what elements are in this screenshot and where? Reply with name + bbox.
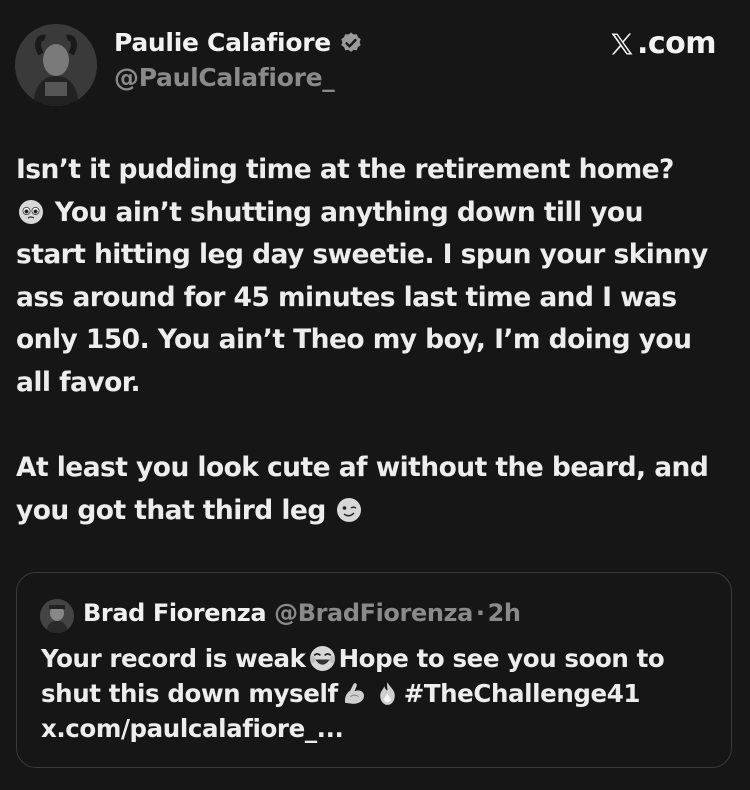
tweet-line: you got that third leg (16, 490, 738, 533)
author-handle[interactable]: @PaulCalafiore_ (114, 63, 335, 92)
tweet-line: You ain’t shutting anything down till yo… (16, 192, 738, 235)
fire-icon (379, 682, 395, 705)
verified-badge-icon (341, 32, 361, 52)
quoted-line-text: #TheChallenge41 (403, 679, 641, 708)
author-name-row[interactable]: Paulie Calafiore (114, 28, 363, 57)
quoted-author-name[interactable]: Brad Fiorenza (83, 599, 267, 627)
tweet-line-text: you got that third leg (16, 494, 326, 526)
flexed-biceps-icon (344, 683, 364, 704)
quoted-author-handle[interactable]: @BradFiorenza (274, 599, 473, 627)
winking-face-icon (337, 497, 362, 522)
quoted-link[interactable]: x.com/paulcalafiore_... (41, 711, 721, 746)
author-name[interactable]: Paulie Calafiore (114, 28, 331, 57)
tweet-line: ass around for 45 minutes last time and … (16, 281, 677, 313)
tweet-line: all favor. (16, 366, 141, 398)
site-domain: .com (636, 26, 717, 61)
quoted-tweet-card[interactable]: Brad Fiorenza @BradFiorenza · 2h Your reco… (16, 572, 732, 768)
tweet-text: Isn’t it pudding time at the retirement … (16, 149, 738, 532)
tweet-line: At least you look cute af without the be… (16, 452, 709, 484)
quoted-timestamp[interactable]: 2h (488, 599, 521, 627)
quoted-line: Your record is weak Hope to see you soon… (41, 641, 721, 676)
pleading-face-icon (19, 199, 43, 224)
author-avatar[interactable] (15, 24, 97, 106)
laughing-tears-icon (309, 646, 335, 671)
site-label: .com (608, 26, 717, 61)
quoted-line-text: Hope to see you soon to (338, 644, 665, 673)
tweet-line-text: You ain’t shutting anything down till yo… (54, 196, 644, 228)
x-logo-icon (611, 33, 633, 54)
quoted-line-text: Your record is weak (41, 644, 306, 673)
tweet-line: start hitting leg day sweetie. I spun yo… (16, 239, 708, 271)
quoted-text: Your record is weak Hope to see you soon… (41, 641, 721, 746)
quoted-line-text: shut this down myself (41, 679, 338, 708)
quoted-author-avatar[interactable] (40, 599, 74, 633)
tweet-line: only 150. You ain’t Theo my boy, I’m doi… (16, 324, 692, 356)
quoted-line: shut this down myself #TheChallenge41 (41, 676, 721, 711)
tweet-line: Isn’t it pudding time at the retirement … (16, 154, 674, 185)
meta-separator: · (475, 599, 485, 627)
quoted-header: Brad Fiorenza @BradFiorenza · 2h (83, 599, 521, 627)
